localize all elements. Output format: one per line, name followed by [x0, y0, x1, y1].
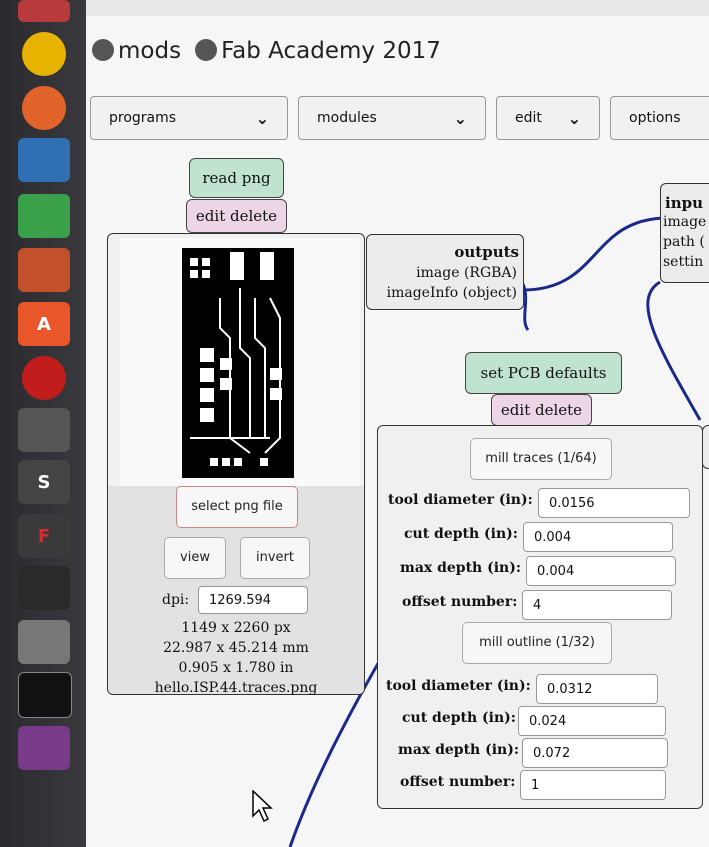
- traces-cut-depth-input[interactable]: 0.004: [523, 522, 673, 552]
- outputs-title: outputs: [454, 243, 519, 261]
- wire-settings: [646, 280, 702, 421]
- outputs-module: outputs image (RGBA) imageInfo (object): [366, 234, 524, 310]
- mill-traces-button[interactable]: mill traces (1/64): [470, 438, 612, 480]
- read-png-edit-delete[interactable]: edit delete: [186, 199, 287, 233]
- set-pcb-defaults-title[interactable]: set PCB defaults: [465, 352, 622, 394]
- outline-offset-number-input[interactable]: 1: [520, 770, 666, 800]
- outline-tool-diameter-input[interactable]: 0.0312: [536, 674, 658, 704]
- dpi-label: dpi:: [162, 592, 190, 608]
- pcb-edit-delete[interactable]: edit delete: [491, 394, 592, 426]
- mouse-cursor-icon: [252, 790, 273, 823]
- traces-cut-depth-label: cut depth (in):: [404, 526, 518, 542]
- in-size: 0.905 x 1.780 in: [178, 660, 294, 676]
- outline-max-depth-input[interactable]: 0.072: [522, 738, 668, 768]
- mill-outline-button[interactable]: mill outline (1/32): [462, 622, 612, 664]
- outline-max-depth-label: max depth (in):: [398, 742, 520, 758]
- traces-tool-diameter-label: tool diameter (in):: [388, 492, 533, 508]
- read-png-module: select png file view invert dpi: 1269.59…: [107, 233, 365, 696]
- output-imageinfo[interactable]: imageInfo (object): [387, 283, 517, 303]
- outline-cut-depth-input[interactable]: 0.024: [518, 706, 666, 736]
- png-filename: hello.ISP.44.traces.png: [154, 680, 318, 696]
- wire-image: [522, 216, 666, 292]
- select-png-file-button[interactable]: select png file: [176, 486, 298, 528]
- px-size: 1149 x 2260 px: [181, 620, 291, 636]
- dpi-input[interactable]: 1269.594: [198, 586, 308, 614]
- traces-max-depth-label: max depth (in):: [400, 560, 522, 576]
- mm-size: 22.987 x 45.214 mm: [163, 640, 309, 656]
- traces-tool-diameter-input[interactable]: 0.0156: [538, 488, 690, 518]
- traces-offset-number-label: offset number:: [402, 594, 518, 610]
- input-settings[interactable]: settin: [663, 252, 703, 272]
- png-preview-area: [120, 238, 360, 486]
- partial-module-right: [702, 425, 709, 469]
- outline-cut-depth-label: cut depth (in):: [402, 710, 516, 726]
- inputs-title: inpu: [665, 194, 703, 212]
- traces-max-depth-input[interactable]: 0.004: [526, 556, 676, 586]
- outline-offset-number-label: offset number:: [400, 774, 516, 790]
- read-png-title[interactable]: read png: [189, 158, 284, 198]
- output-image[interactable]: image (RGBA): [416, 263, 517, 283]
- input-image[interactable]: image: [663, 212, 706, 232]
- input-path[interactable]: path (: [663, 232, 705, 252]
- pcb-traces-image: [182, 248, 294, 478]
- pcb-defaults-module: mill traces (1/64) tool diameter (in): 0…: [377, 425, 703, 809]
- view-button[interactable]: view: [164, 537, 226, 579]
- outline-tool-diameter-label: tool diameter (in):: [386, 678, 531, 694]
- invert-button[interactable]: invert: [240, 537, 310, 579]
- traces-offset-number-input[interactable]: 4: [522, 590, 672, 620]
- inputs-module: inpu image path ( settin: [660, 183, 709, 283]
